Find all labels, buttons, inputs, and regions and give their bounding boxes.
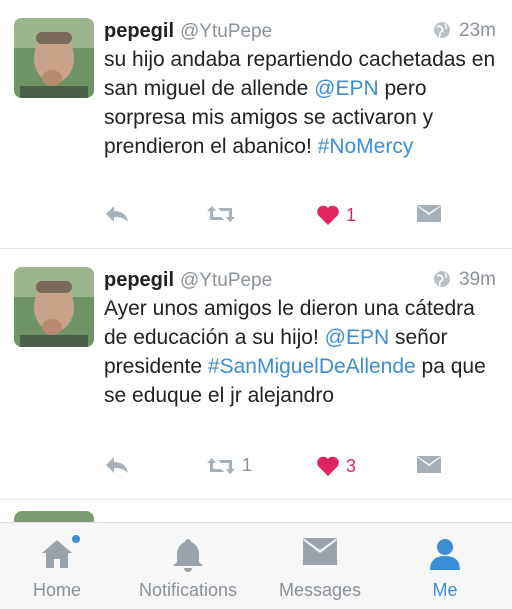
notification-dot xyxy=(72,535,80,543)
tab-bar: Home Notifications Messages Me xyxy=(0,522,512,609)
user-handle[interactable]: @YtuPepe xyxy=(180,270,272,291)
hashtag-link[interactable]: #SanMiguelDeAllende xyxy=(208,355,416,378)
tab-messages[interactable]: Messages xyxy=(262,523,378,609)
direct-message-button[interactable] xyxy=(416,455,442,475)
envelope-icon xyxy=(417,205,441,222)
tweet[interactable]: pepegil @YtuPepe 23m su hijo andaba repar… xyxy=(0,0,512,248)
reply-button[interactable] xyxy=(104,204,130,224)
next-tweet-partial[interactable] xyxy=(0,505,512,522)
reply-icon xyxy=(106,206,128,222)
timestamp: 23m xyxy=(433,20,496,45)
envelope-icon xyxy=(417,456,441,473)
timeline[interactable]: pepegil @YtuPepe 23m su hijo andaba repar… xyxy=(0,0,512,522)
divider xyxy=(0,499,512,500)
retweet-count: 1 xyxy=(242,455,253,475)
hashtag-link[interactable]: #NoMercy xyxy=(318,135,414,158)
tab-notifications[interactable]: Notifications xyxy=(114,523,262,609)
heart-icon xyxy=(317,205,339,225)
tweet-text: su hijo andaba repartiendo cachetadas en… xyxy=(104,45,504,161)
tweet-header: pepegil @YtuPepe 23m xyxy=(104,20,496,48)
tweet-header: pepegil @YtuPepe 39m xyxy=(104,269,496,297)
mention-link[interactable]: @EPN xyxy=(325,326,390,349)
timestamp: 39m xyxy=(433,269,496,294)
tab-label: Home xyxy=(32,580,81,600)
display-name[interactable]: pepegil xyxy=(104,20,174,42)
like-button[interactable]: 1 xyxy=(316,204,356,226)
user-handle[interactable]: @YtuPepe xyxy=(180,21,272,42)
tweet-text: Ayer unos amigos le dieron una cátedra d… xyxy=(104,294,504,410)
avatar[interactable] xyxy=(14,267,94,347)
envelope-icon xyxy=(302,537,338,572)
retweet-button[interactable] xyxy=(206,204,242,224)
tweet[interactable]: pepegil @YtuPepe 39m Ayer unos amigos le … xyxy=(0,249,512,499)
retweet-button[interactable]: 1 xyxy=(206,455,252,476)
person-icon xyxy=(428,537,462,576)
tab-label: Notifications xyxy=(138,580,238,600)
tweet-actions: 1 xyxy=(104,204,504,232)
globe-icon xyxy=(433,270,451,294)
tab-label: Me xyxy=(432,580,458,600)
like-count: 3 xyxy=(346,455,357,476)
tab-label: Messages xyxy=(278,580,362,600)
avatar xyxy=(14,511,94,522)
like-count: 1 xyxy=(346,204,357,225)
retweet-icon xyxy=(207,206,235,222)
like-button[interactable]: 3 xyxy=(316,455,356,477)
direct-message-button[interactable] xyxy=(416,204,442,224)
mention-link[interactable]: @EPN xyxy=(314,77,379,100)
time-label: 23m xyxy=(459,20,496,41)
heart-icon xyxy=(317,456,339,476)
home-icon xyxy=(40,535,80,576)
avatar[interactable] xyxy=(14,18,94,98)
tab-me[interactable]: Me xyxy=(378,523,512,609)
tab-home[interactable]: Home xyxy=(0,523,114,609)
bell-icon xyxy=(172,537,204,578)
reply-icon xyxy=(106,457,128,473)
tweet-actions: 1 3 xyxy=(104,455,504,483)
retweet-icon xyxy=(207,457,235,474)
time-label: 39m xyxy=(459,269,496,290)
globe-icon xyxy=(433,21,451,45)
display-name[interactable]: pepegil xyxy=(104,269,174,291)
tweet-text-part: su hijo andaba repartiendo cachetadas en… xyxy=(104,48,496,100)
reply-button[interactable] xyxy=(104,455,130,475)
